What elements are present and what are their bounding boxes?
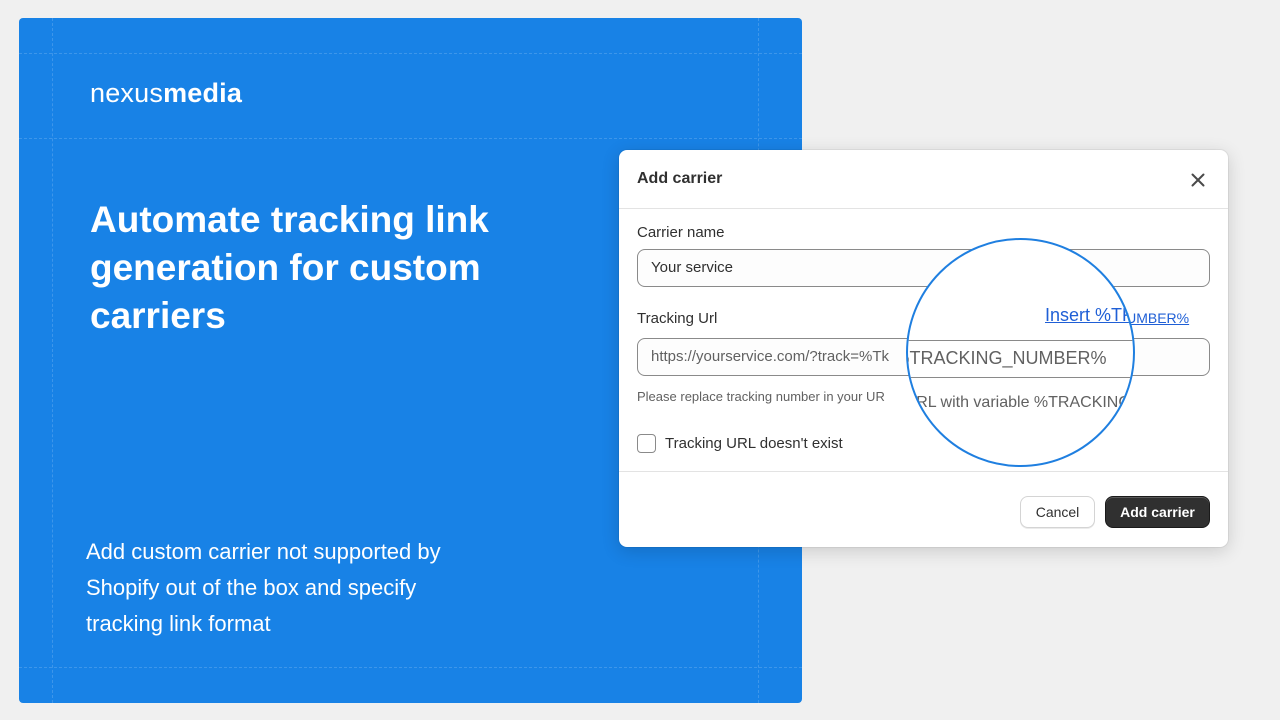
magnified-content: Insert %TRACKING_ k=%TRACKING_NUMBER% ur…: [906, 240, 1135, 465]
carrier-name-value: Your service: [651, 259, 733, 276]
logo-text-light: nexus: [90, 78, 164, 108]
guide-line: [19, 667, 802, 668]
magnified-help-text: ur URL with variable %TRACKING_NUMBER%: [906, 394, 1133, 411]
modal-footer-divider: [619, 471, 1228, 472]
headline: Automate tracking link generation for cu…: [90, 199, 489, 336]
tracking-url-label: Tracking Url: [637, 310, 718, 327]
add-carrier-button[interactable]: Add carrier: [1105, 496, 1210, 528]
magnified-insert-link: Insert %TRACKING_: [1045, 305, 1135, 325]
brand-logo: nexusmedia: [90, 78, 242, 109]
guide-line: [19, 138, 802, 139]
magnified-url-text: k=%TRACKING_NUMBER%: [908, 348, 1107, 368]
carrier-name-label: Carrier name: [637, 224, 725, 241]
subtext: Add custom carrier not supported by Shop…: [86, 539, 441, 636]
close-icon[interactable]: [1186, 168, 1210, 192]
tracking-url-not-exist-checkbox[interactable]: [637, 434, 656, 453]
modal-title: Add carrier: [637, 170, 723, 187]
checkbox-label: Tracking URL doesn't exist: [665, 435, 843, 452]
guide-line: [52, 18, 53, 703]
tracking-url-value: https://yourservice.com/?track=%Tk: [651, 348, 889, 365]
cancel-button[interactable]: Cancel: [1020, 496, 1095, 528]
magnifier-lens: Insert %TRACKING_ k=%TRACKING_NUMBER% ur…: [906, 238, 1135, 467]
logo-text-bold: media: [163, 78, 243, 108]
modal-header: Add carrier: [619, 150, 1228, 209]
guide-line: [19, 53, 802, 54]
tracking-url-help: Please replace tracking number in your U…: [637, 389, 885, 404]
